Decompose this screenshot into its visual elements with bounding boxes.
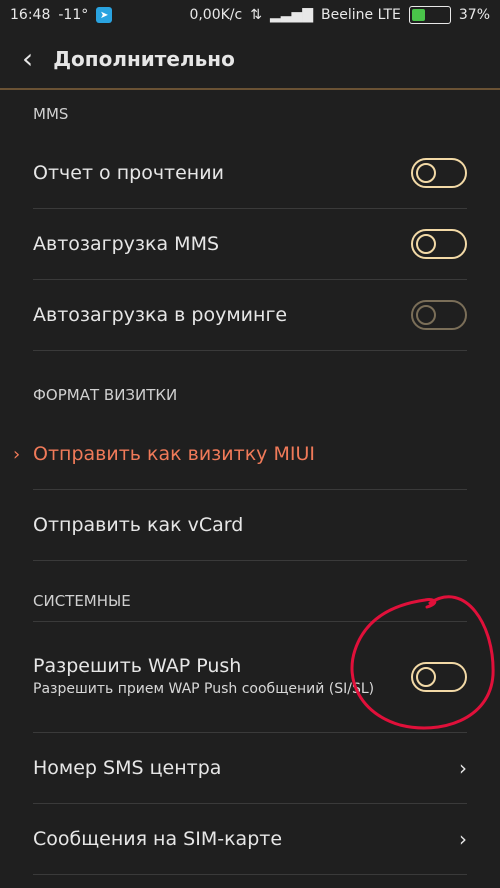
battery-percent-inside — [410, 7, 450, 23]
page-title: Дополнительно — [53, 47, 235, 71]
toggle-knob — [416, 305, 436, 325]
telegram-icon: ➤ — [96, 7, 113, 23]
signal-icon: ▂▃▅▇ — [269, 7, 314, 23]
chevron-right-icon: › — [459, 756, 467, 780]
chevron-right-icon: › — [459, 827, 467, 851]
sms-center-label: Номер SMS центра — [33, 757, 222, 779]
wap-push-subtitle: Разрешить прием WAP Push сообщений (SI/S… — [33, 681, 375, 698]
sim-messages-row[interactable]: Сообщения на SIM-карте › — [33, 804, 467, 875]
send-vcard-label: Отправить как vCard — [33, 514, 244, 536]
auto-roaming-toggle[interactable] — [411, 300, 467, 330]
auto-roaming-row[interactable]: Автозагрузка в роуминге — [33, 280, 467, 351]
wap-push-text: Разрешить WAP Push Разрешить прием WAP P… — [33, 655, 393, 699]
auto-mms-label: Автозагрузка MMS — [33, 233, 220, 255]
section-system: СИСТЕМНЫЕ — [33, 581, 467, 622]
toggle-knob — [416, 667, 436, 687]
sms-center-row[interactable]: Номер SMS центра › — [33, 733, 467, 804]
app-header: ‹ Дополнительно — [0, 30, 500, 90]
status-right: 0,00K/c ⇅ ▂▃▅▇ Beeline LTE 37% — [189, 6, 490, 24]
battery-icon — [408, 6, 451, 24]
status-left: 16:48 -11° ➤ — [10, 7, 113, 23]
section-vcard: ФОРМАТ ВИЗИТКИ — [33, 386, 178, 404]
auto-mms-toggle[interactable] — [411, 229, 467, 259]
wap-push-title: Разрешить WAP Push — [33, 655, 242, 678]
toggle-knob — [416, 234, 436, 254]
sim-messages-label: Сообщения на SIM-карте — [33, 828, 283, 850]
selected-chevron-icon: › — [13, 443, 21, 465]
read-report-toggle[interactable] — [411, 158, 467, 188]
send-vcard-row[interactable]: Отправить как vCard — [33, 490, 467, 561]
status-bar: 16:48 -11° ➤ 0,00K/c ⇅ ▂▃▅▇ Beeline LTE … — [0, 0, 500, 30]
data-arrows-icon: ⇅ — [250, 7, 262, 23]
status-speed: 0,00K/c — [189, 7, 243, 23]
auto-roaming-label: Автозагрузка в роуминге — [33, 304, 288, 326]
read-report-row[interactable]: Отчет о прочтении — [33, 138, 467, 209]
status-carrier: Beeline LTE — [321, 7, 401, 23]
status-battery: 37% — [458, 7, 490, 23]
back-chevron-icon[interactable]: ‹ — [22, 45, 33, 73]
send-miui-label: Отправить как визитку MIUI — [33, 443, 315, 465]
auto-mms-row[interactable]: Автозагрузка MMS — [33, 209, 467, 280]
wap-push-toggle[interactable] — [411, 662, 467, 692]
wap-push-row[interactable]: Разрешить WAP Push Разрешить прием WAP P… — [33, 622, 467, 733]
section-mms: MMS — [33, 105, 69, 123]
status-time: 16:48 — [10, 7, 51, 23]
status-temperature: -11° — [58, 7, 89, 23]
read-report-label: Отчет о прочтении — [33, 162, 224, 184]
toggle-knob — [416, 163, 436, 183]
send-miui-row[interactable]: › Отправить как визитку MIUI — [13, 419, 467, 490]
